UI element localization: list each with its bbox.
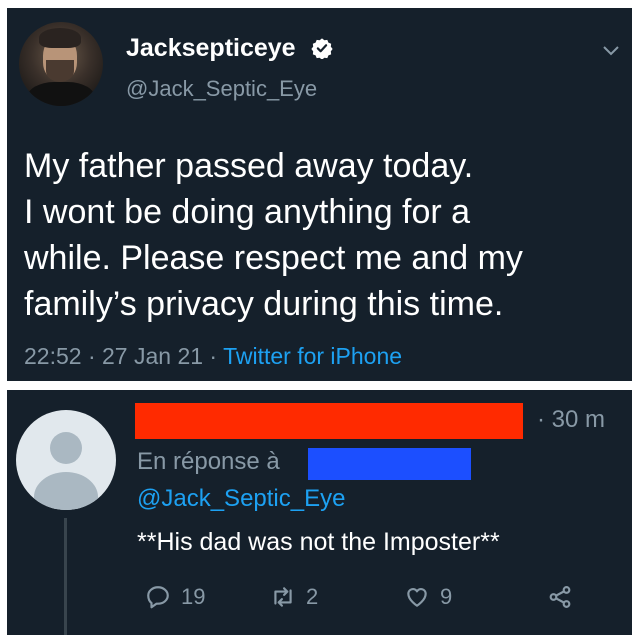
tweet-text: My father passed away today. I wont be d… xyxy=(24,143,624,327)
reply-icon xyxy=(147,586,169,609)
reply-text: **His dad was not the Imposter** xyxy=(137,528,500,556)
reply-button[interactable]: 19 xyxy=(145,582,205,612)
verified-icon xyxy=(311,38,333,59)
avatar-hair-shape xyxy=(39,28,81,48)
retweet-count: 2 xyxy=(306,584,319,609)
tweet-text-line: I wont be doing anything for a xyxy=(24,193,471,231)
share-icon xyxy=(549,586,571,608)
retweet-button[interactable]: 2 xyxy=(270,582,318,612)
meta-separator: · xyxy=(203,343,224,369)
tweet-text-line: while. Please respect me and my xyxy=(24,239,523,277)
replying-to-handle[interactable]: @Jack_Septic_Eye xyxy=(137,485,345,513)
like-icon xyxy=(407,588,427,607)
display-name[interactable]: Jacksepticeye xyxy=(126,34,296,63)
like-count: 9 xyxy=(440,584,453,609)
tweet-source-link[interactable]: Twitter for iPhone xyxy=(223,343,402,369)
profile-avatar[interactable] xyxy=(19,22,103,106)
tweet-time[interactable]: 22:52 xyxy=(24,343,82,369)
reply-count: 19 xyxy=(181,584,206,609)
redacted-handle-bar xyxy=(308,448,471,480)
redacted-name-bar xyxy=(135,403,523,439)
avatar-body-shape xyxy=(27,82,95,106)
reply-card[interactable]: · 30 m En réponse à @Jack_Septic_Eye **H… xyxy=(7,390,632,635)
meta-separator: · xyxy=(81,343,103,369)
tweet-date[interactable]: 27 Jan 21 xyxy=(102,343,203,369)
tweet-meta: 22:52 · 27 Jan 21 · Twitter for iPhone xyxy=(24,343,402,370)
tweet-card[interactable]: Jacksepticeye @Jack_Septic_Eye My father… xyxy=(7,8,632,381)
tweet-text-line: family’s privacy during this time. xyxy=(24,285,504,323)
tweet-text-line: My father passed away today. xyxy=(24,147,474,185)
avatar-beard-shape xyxy=(46,60,74,82)
chevron-down-icon[interactable] xyxy=(603,46,619,56)
reply-time[interactable]: · 30 m xyxy=(537,406,605,434)
default-avatar[interactable] xyxy=(16,410,116,510)
avatar-head-shape xyxy=(50,432,82,464)
replying-to-label: En réponse à xyxy=(137,448,280,475)
user-handle[interactable]: @Jack_Septic_Eye xyxy=(126,76,317,102)
like-button[interactable]: 9 xyxy=(404,582,452,612)
avatar-shoulders-shape xyxy=(34,472,98,510)
share-button[interactable] xyxy=(547,582,583,612)
thread-line xyxy=(64,518,67,635)
retweet-icon xyxy=(274,587,292,607)
